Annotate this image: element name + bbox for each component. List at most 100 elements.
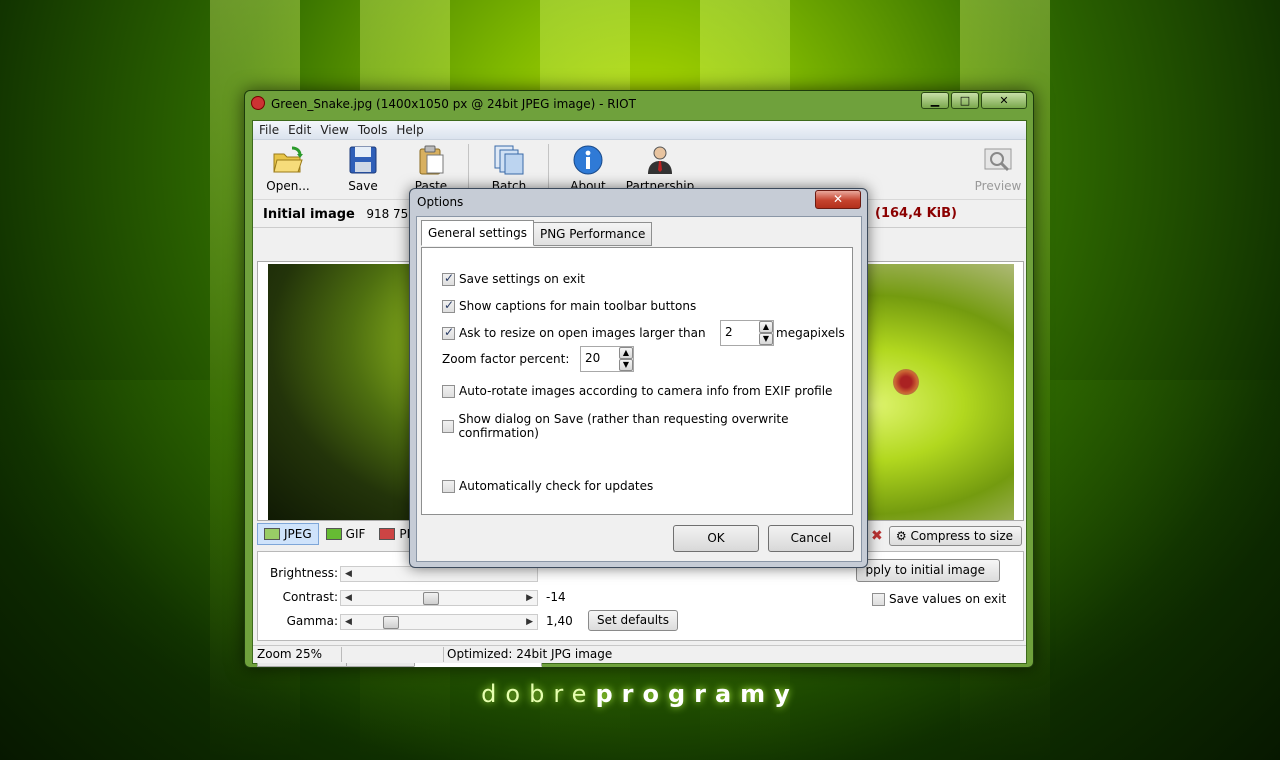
gamma-slider[interactable]: ◀ ▶ xyxy=(340,614,538,630)
ask-resize-option[interactable]: Ask to resize on open images larger than xyxy=(442,325,706,340)
about-button[interactable]: About xyxy=(558,144,618,193)
menu-file[interactable]: File xyxy=(257,121,286,139)
open-button[interactable]: Open... xyxy=(258,144,318,193)
snake-eye xyxy=(893,369,919,395)
optimized-image-size: (164,4 KiB) xyxy=(875,206,957,221)
megapixels-value[interactable]: 2 xyxy=(721,321,759,345)
show-dialog-option[interactable]: Show dialog on Save (rather than request… xyxy=(442,412,852,440)
menu-edit[interactable]: Edit xyxy=(286,121,318,139)
ask-resize-checkbox[interactable] xyxy=(442,325,455,340)
auto-check-label: Automatically check for updates xyxy=(459,479,654,493)
floppy-disk-icon xyxy=(349,146,377,174)
gamma-value: 1,40 xyxy=(546,614,573,628)
gamma-row: Gamma: ◀ ▶ 1,40 Set defaults xyxy=(258,610,858,632)
preview-button[interactable]: Preview xyxy=(968,144,1028,193)
zoom-status: Zoom 25% xyxy=(257,647,323,661)
toolbar-separator xyxy=(468,144,469,194)
preview-icon xyxy=(984,148,1012,172)
batch-button[interactable]: Batch xyxy=(479,144,539,193)
show-captions-checkbox[interactable] xyxy=(442,298,455,313)
auto-check-option[interactable]: Automatically check for updates xyxy=(442,479,653,493)
compress-to-size-button[interactable]: ⚙ Compress to size xyxy=(888,526,1022,546)
menu-help[interactable]: Help xyxy=(394,121,430,139)
initial-image-label: Initial image xyxy=(263,207,355,222)
brightness-slider[interactable]: ◀ xyxy=(340,566,538,582)
tab-general-settings[interactable]: General settings xyxy=(421,220,534,246)
app-icon xyxy=(251,96,265,110)
cancel-button[interactable]: Cancel xyxy=(768,525,854,552)
reset-icon[interactable]: ✖ xyxy=(869,528,885,544)
auto-rotate-label: Auto-rotate images according to camera i… xyxy=(459,384,833,398)
partnership-button[interactable]: Partnership xyxy=(625,144,695,193)
ok-button[interactable]: OK xyxy=(673,525,759,552)
megapixels-spinner[interactable]: 2 ▲ ▼ xyxy=(720,320,774,346)
format-tab-jpeg[interactable]: JPEG xyxy=(257,523,319,545)
save-values-option[interactable]: Save values on exit xyxy=(872,592,1006,606)
open-label: Open... xyxy=(266,179,310,193)
options-tabs: General settings PNG Performance xyxy=(421,220,653,246)
save-settings-checkbox[interactable] xyxy=(442,271,455,286)
gamma-thumb[interactable] xyxy=(383,616,399,629)
format-tabs: JPEG GIF PNG xyxy=(257,523,432,545)
info-icon xyxy=(573,145,603,175)
zoom-factor-spinner[interactable]: 20 ▲ ▼ xyxy=(580,346,634,372)
toolbar-separator xyxy=(548,144,549,194)
format-tab-gif[interactable]: GIF xyxy=(319,523,373,545)
dialog-client: General settings PNG Performance Save se… xyxy=(416,216,862,562)
close-button[interactable]: ✕ xyxy=(981,92,1027,109)
contrast-thumb[interactable] xyxy=(423,592,439,605)
save-settings-option[interactable]: Save settings on exit xyxy=(442,271,586,286)
save-settings-label: Save settings on exit xyxy=(459,272,586,286)
show-captions-label: Show captions for main toolbar buttons xyxy=(459,299,697,313)
gif-icon xyxy=(325,528,342,540)
window-title: Green_Snake.jpg (1400x1050 px @ 24bit JP… xyxy=(251,94,1021,114)
compress-controls: ✖ ⚙ Compress to size xyxy=(869,526,1022,546)
options-dialog: Options ✕ General settings PNG Performan… xyxy=(409,188,868,568)
contrast-slider[interactable]: ◀ ▶ xyxy=(340,590,538,606)
status-divider xyxy=(341,647,342,662)
maximize-button[interactable]: □ xyxy=(951,92,979,109)
window-controls: ▁ □ ✕ xyxy=(921,92,1027,109)
tab-png-performance[interactable]: PNG Performance xyxy=(532,222,653,246)
show-captions-option[interactable]: Show captions for main toolbar buttons xyxy=(442,298,697,313)
paste-button[interactable]: Paste xyxy=(401,144,461,193)
preview-label: Preview xyxy=(974,179,1022,193)
contrast-label: Contrast: xyxy=(282,590,338,604)
spin-down-icon[interactable]: ▼ xyxy=(619,359,633,371)
spin-up-icon[interactable]: ▲ xyxy=(759,321,773,333)
zoom-factor-value[interactable]: 20 xyxy=(581,347,619,371)
apply-to-initial-button[interactable]: pply to initial image xyxy=(856,559,1000,582)
megapixels-unit: megapixels xyxy=(776,326,845,340)
auto-rotate-checkbox[interactable] xyxy=(442,384,455,398)
menu-bar: File Edit View Tools Help xyxy=(253,121,1026,140)
folder-open-icon xyxy=(273,146,303,173)
menu-tools[interactable]: Tools xyxy=(356,121,395,139)
businessman-icon xyxy=(648,146,672,174)
minimize-button[interactable]: ▁ xyxy=(921,92,949,109)
save-values-checkbox[interactable] xyxy=(872,592,885,606)
set-defaults-button[interactable]: Set defaults xyxy=(588,610,678,631)
dialog-title: Options xyxy=(417,195,464,209)
status-divider xyxy=(443,647,444,662)
spin-up-icon[interactable]: ▲ xyxy=(619,347,633,359)
optimized-status: Optimized: 24bit JPG image xyxy=(447,647,613,661)
status-bar: Zoom 25% Optimized: 24bit JPG image xyxy=(253,645,1026,663)
dialog-close-button[interactable]: ✕ xyxy=(815,190,861,209)
spin-down-icon[interactable]: ▼ xyxy=(759,333,773,345)
contrast-row: Contrast: ◀ ▶ -14 xyxy=(258,588,858,608)
zoom-factor-row: Zoom factor percent: xyxy=(442,352,569,366)
ask-resize-label: Ask to resize on open images larger than xyxy=(459,326,706,340)
show-dialog-checkbox[interactable] xyxy=(442,419,455,433)
zoom-factor-label: Zoom factor percent: xyxy=(442,352,570,366)
auto-check-checkbox[interactable] xyxy=(442,479,455,493)
clipboard-icon xyxy=(419,145,444,175)
gear-icon: ⚙ xyxy=(895,529,911,543)
menu-view[interactable]: View xyxy=(318,121,355,139)
gamma-label: Gamma: xyxy=(286,614,338,628)
auto-rotate-option[interactable]: Auto-rotate images according to camera i… xyxy=(442,384,832,398)
save-label: Save xyxy=(348,179,378,193)
save-button[interactable]: Save xyxy=(333,144,393,193)
contrast-value: -14 xyxy=(546,590,566,604)
brand-logo: dobreprogramy xyxy=(481,680,799,708)
show-dialog-label: Show dialog on Save (rather than request… xyxy=(458,412,789,440)
